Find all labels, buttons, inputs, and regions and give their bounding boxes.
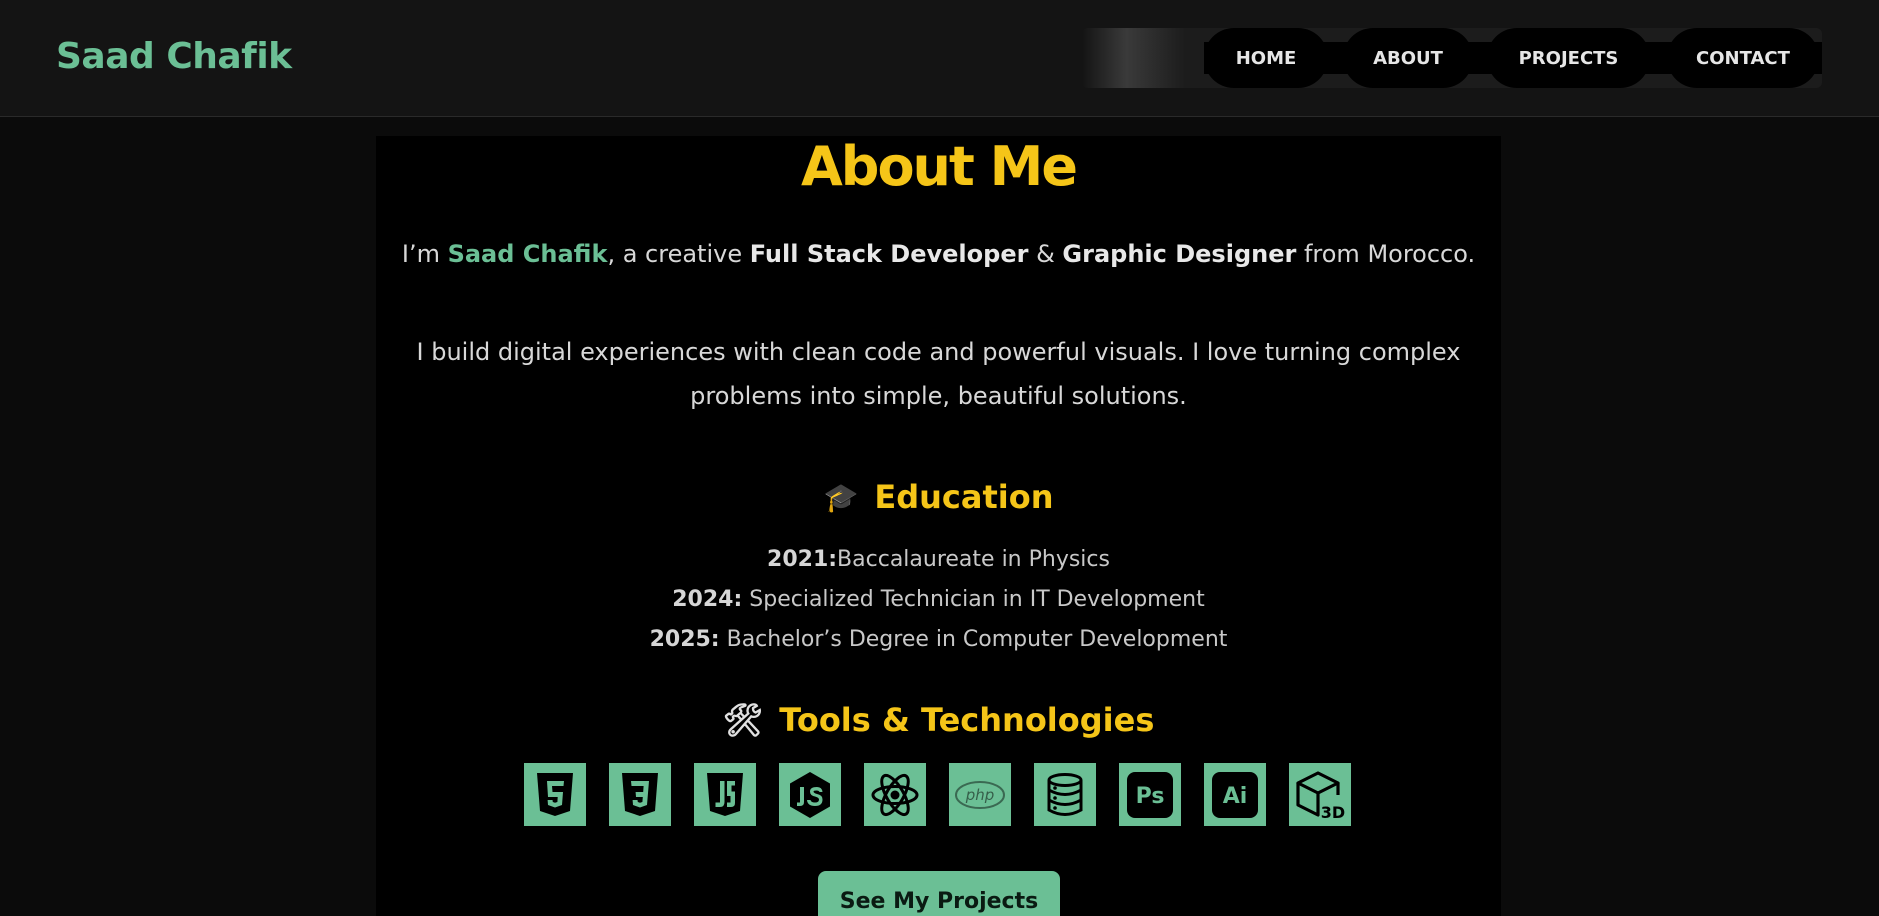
paragraph-line-1: I build digital experiences with clean c… <box>416 338 1461 366</box>
intro-role-designer: Graphic Designer <box>1062 240 1297 268</box>
svg-text:php: php <box>965 786 995 804</box>
tools-icon: 🛠 <box>722 701 764 739</box>
graduation-cap-icon: 🎓 <box>823 480 859 514</box>
database-icon <box>1034 763 1096 826</box>
intro-role-developer: Full Stack Developer <box>749 240 1029 268</box>
intro-name: Saad Chafik <box>447 240 608 268</box>
photoshop-icon: Ps <box>1119 763 1181 826</box>
nav-projects-link[interactable]: PROJECTS <box>1487 28 1650 88</box>
paragraph-line-2: problems into simple, beautiful solution… <box>690 382 1187 410</box>
education-item: 2021:Baccalaureate in Physics <box>767 547 1110 572</box>
html5-icon <box>524 763 586 826</box>
illustrator-icon: Ai <box>1204 763 1266 826</box>
react-icon <box>864 763 926 826</box>
education-list: 2021:Baccalaureate in Physics 2024: Spec… <box>376 540 1501 660</box>
3d-icon: 3D <box>1289 763 1351 826</box>
education-item: 2024: Specialized Technician in IT Devel… <box>672 587 1205 612</box>
tools-row: php Ps Ai 3D <box>524 763 1351 826</box>
nav-contact-link[interactable]: CONTACT <box>1667 28 1819 88</box>
see-my-projects-button[interactable]: See My Projects <box>818 871 1060 916</box>
education-title: Education <box>874 478 1054 516</box>
javascript-icon <box>694 763 756 826</box>
svg-text:Ai: Ai <box>1223 784 1248 809</box>
svg-text:3D: 3D <box>1321 803 1345 821</box>
css3-icon <box>609 763 671 826</box>
nav-about-link[interactable]: ABOUT <box>1343 28 1473 88</box>
about-title: About Me <box>801 135 1078 198</box>
nodejs-icon <box>779 763 841 826</box>
tools-title: Tools & Technologies <box>779 701 1155 739</box>
site-logo[interactable]: Saad Chafik <box>56 36 292 77</box>
education-heading: 🎓 Education <box>376 475 1501 519</box>
about-intro: I’m Saad Chafik, a creative Full Stack D… <box>401 240 1476 268</box>
education-item: 2025: Bachelor’s Degree in Computer Deve… <box>649 627 1228 652</box>
tools-heading: 🛠 Tools & Technologies <box>376 698 1501 742</box>
php-icon: php <box>949 763 1011 826</box>
svg-text:Ps: Ps <box>1136 784 1165 809</box>
about-paragraph: I build digital experiences with clean c… <box>376 330 1501 418</box>
nav-home-link[interactable]: HOME <box>1204 28 1328 88</box>
